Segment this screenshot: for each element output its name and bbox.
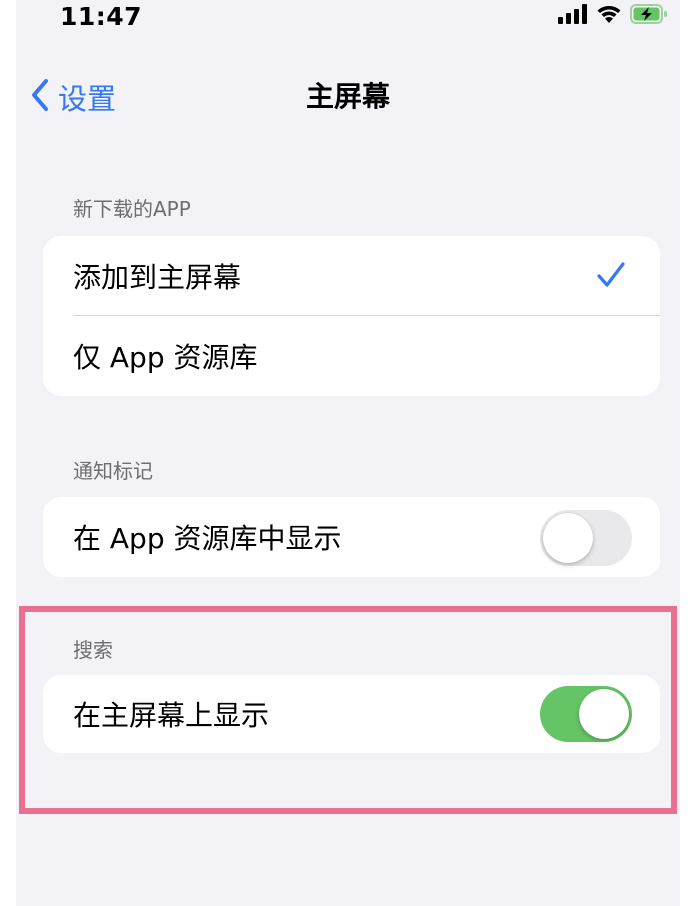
row-label: 在 App 资源库中显示 [73,522,342,555]
status-icons [558,4,668,28]
row-show-on-home-screen: 在主屏幕上显示 [43,675,660,753]
row-show-in-app-library: 在 App 资源库中显示 [43,497,660,577]
page-title: 主屏幕 [305,80,390,113]
status-bar: 11:47 [16,0,680,36]
status-time: 11:47 [60,2,143,31]
battery-charging-icon [630,3,668,29]
option-add-to-home-screen[interactable]: 添加到主屏幕 [43,236,660,316]
new-downloads-group: 添加到主屏幕 仅 App 资源库 [43,236,660,396]
toggle-knob [543,513,593,563]
section-header-notification-badges: 通知标记 [73,459,153,483]
toggle-knob [579,689,629,739]
show-in-app-library-toggle[interactable] [540,510,632,566]
section-header-search: 搜索 [73,638,113,662]
section-header-new-downloads: 新下载的APP [73,197,191,221]
option-label: 仅 App 资源库 [73,341,258,374]
notification-badges-group: 在 App 资源库中显示 [43,497,660,577]
search-group: 在主屏幕上显示 [43,675,660,753]
cellular-signal-icon [558,4,588,28]
option-label: 添加到主屏幕 [73,261,242,294]
wifi-icon [595,3,623,29]
show-on-home-screen-toggle[interactable] [540,686,632,742]
checkmark-icon [596,260,626,294]
option-app-library-only[interactable]: 仅 App 资源库 [43,316,660,396]
settings-screen: 11:47 设置 主屏幕 新下载的APP 添加到主屏幕 仅 App 资源库 通知… [16,0,680,906]
row-label: 在主屏幕上显示 [73,699,270,732]
